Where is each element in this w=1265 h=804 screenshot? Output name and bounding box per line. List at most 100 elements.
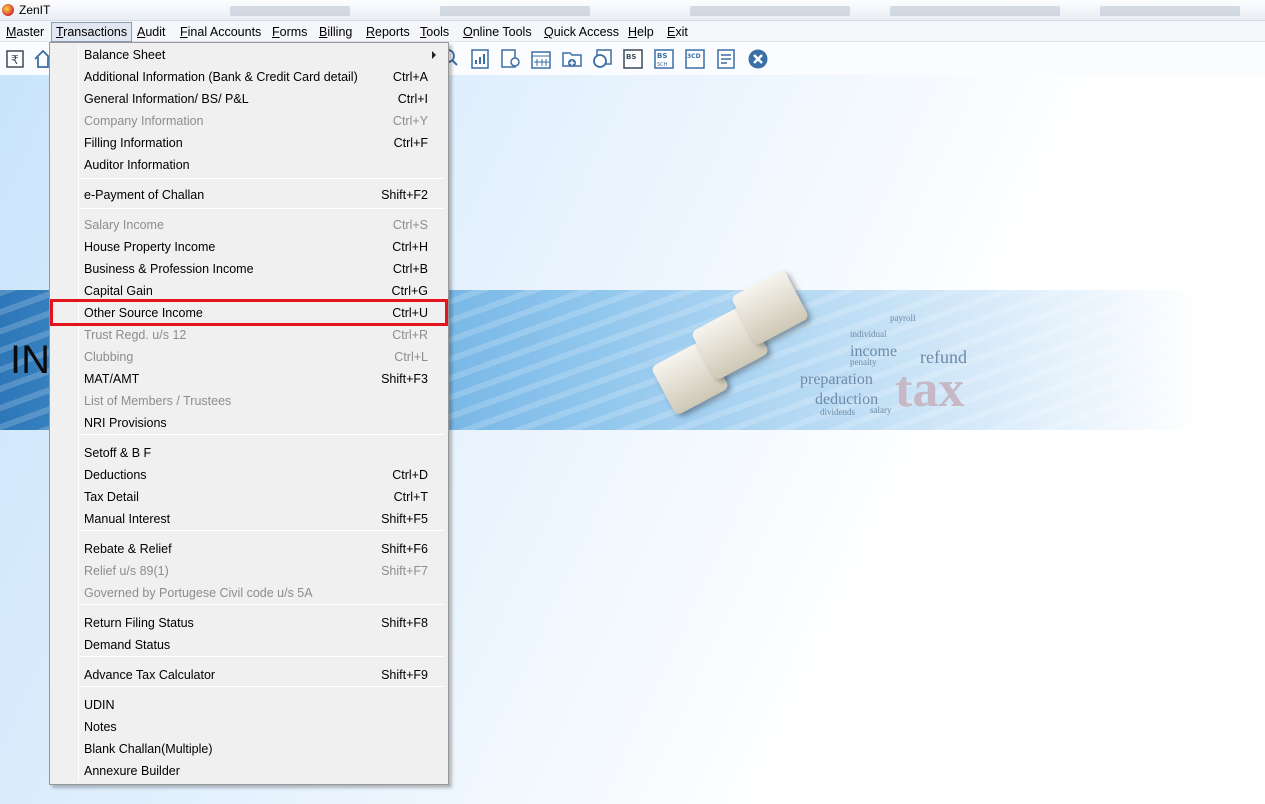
menu-item-label: Company Information — [84, 114, 204, 128]
menu-item-filling-information[interactable]: Filling Information Ctrl+F — [52, 132, 446, 154]
menu-item-annexure-builder[interactable]: Annexure Builder — [52, 760, 446, 782]
word-cloud-term: preparation — [800, 371, 873, 388]
word-cloud-term: payroll — [890, 313, 916, 323]
menu-item-deductions[interactable]: Deductions Ctrl+D — [52, 464, 446, 486]
rupee-book-icon[interactable]: ₹ — [4, 48, 26, 70]
word-cloud-term: dividends — [820, 407, 855, 417]
menu-item-list-of-members-trustees: List of Members / Trustees — [52, 390, 446, 412]
menu-item-auditor-information[interactable]: Auditor Information — [52, 154, 446, 176]
menu-online-tools[interactable]: Online Tools — [459, 23, 536, 41]
menu-item-label: Rebate & Relief — [84, 542, 172, 556]
menu-item-governed-by-portugese-civil-code-u-s-5a: Governed by Portugese Civil code u/s 5A — [52, 582, 446, 604]
title-bar: ZenIT — [0, 0, 1265, 21]
report-icon[interactable] — [469, 48, 491, 70]
menu-transactions[interactable]: Transactions — [51, 22, 133, 42]
menu-item-house-property-income[interactable]: House Property Income Ctrl+H — [52, 236, 446, 258]
bs-sch-icon[interactable]: BS SCH — [653, 48, 675, 70]
word-cloud-term: tax — [895, 361, 965, 418]
menu-item-label: Demand Status — [84, 638, 171, 652]
menu-item-shortcut: Ctrl+D — [392, 468, 428, 482]
menu-item-shortcut: Ctrl+T — [393, 490, 428, 504]
svg-text:₹: ₹ — [11, 53, 19, 67]
menu-audit[interactable]: Audit — [133, 23, 170, 41]
menu-item-shortcut: Ctrl+Y — [392, 114, 428, 128]
bs-sch-icon-sublabel: SCH — [657, 62, 668, 68]
menu-item-label: Additional Information (Bank & Credit Ca… — [84, 70, 358, 84]
menu-item-blank-challan-multiple[interactable]: Blank Challan(Multiple) — [52, 738, 446, 760]
menu-item-shortcut: Shift+F8 — [381, 616, 428, 630]
menu-forms[interactable]: Forms — [268, 23, 311, 41]
background-window-tabs — [200, 4, 1260, 19]
menu-item-label: Business & Profession Income — [84, 262, 254, 276]
calendar-icon[interactable] — [530, 48, 552, 70]
menu-item-tax-detail[interactable]: Tax Detail Ctrl+T — [52, 486, 446, 508]
menu-item-additional-information-bank-credit-card-detail[interactable]: Additional Information (Bank & Credit Ca… — [52, 66, 446, 88]
search-icon[interactable] — [591, 48, 613, 70]
menu-separator — [80, 686, 444, 687]
menu-item-shortcut: Shift+F7 — [381, 564, 428, 578]
menu-separator — [80, 434, 444, 435]
menu-item-manual-interest[interactable]: Manual Interest Shift+F5 — [52, 508, 446, 530]
menu-item-e-payment-of-challan[interactable]: e-Payment of Challan Shift+F2 — [52, 184, 446, 206]
menu-item-company-information: Company Information Ctrl+Y — [52, 110, 446, 132]
menu-reports[interactable]: Reports — [362, 23, 414, 41]
menu-item-label: Salary Income — [84, 218, 164, 232]
menu-tools[interactable]: Tools — [416, 23, 453, 41]
menu-item-mat-amt[interactable]: MAT/AMT Shift+F3 — [52, 368, 446, 390]
menu-item-advance-tax-calculator[interactable]: Advance Tax Calculator Shift+F9 — [52, 664, 446, 686]
menu-item-notes[interactable]: Notes — [52, 716, 446, 738]
menu-item-demand-status[interactable]: Demand Status — [52, 634, 446, 656]
menu-item-label: Clubbing — [84, 350, 134, 364]
menu-separator — [80, 530, 444, 531]
menu-item-label: Manual Interest — [84, 512, 171, 526]
menu-bar: Master Transactions Audit Final Accounts For… — [0, 21, 1265, 42]
close-icon[interactable] — [747, 48, 769, 70]
menu-item-label: Tax Detail — [84, 490, 139, 504]
transactions-dropdown-menu: Balance Sheet Additional Information (Ban… — [49, 42, 449, 785]
menu-item-balance-sheet[interactable]: Balance Sheet — [52, 44, 446, 66]
menu-item-return-filing-status[interactable]: Return Filing Status Shift+F8 — [52, 612, 446, 634]
menu-item-shortcut: Ctrl+A — [392, 70, 428, 84]
menu-item-general-information-bs-p-l[interactable]: General Information/ BS/ P&L Ctrl+I — [52, 88, 446, 110]
word-cloud-term: penalty — [850, 357, 877, 367]
word-cloud-term: salary — [870, 405, 892, 415]
menu-item-label: Blank Challan(Multiple) — [84, 742, 213, 756]
menu-item-label: Annexure Builder — [84, 764, 180, 778]
menu-item-shortcut: Ctrl+B — [392, 262, 428, 276]
menu-item-label: MAT/AMT — [84, 372, 140, 386]
menu-item-label: House Property Income — [84, 240, 216, 254]
menu-item-nri-provisions[interactable]: NRI Provisions — [52, 412, 446, 434]
menu-final-accounts[interactable]: Final Accounts — [176, 23, 265, 41]
menu-item-shortcut: Shift+F6 — [381, 542, 428, 556]
bs-sch-icon-label: BS — [657, 52, 667, 60]
menu-item-label: e-Payment of Challan — [84, 188, 205, 202]
add-folder-icon[interactable] — [561, 48, 583, 70]
submenu-arrow-icon — [432, 51, 436, 59]
user-doc-icon[interactable] — [499, 48, 521, 70]
menu-item-shortcut: Ctrl+S — [392, 218, 428, 232]
menu-help[interactable]: Help — [624, 23, 658, 41]
menu-item-label: Auditor Information — [84, 158, 190, 172]
menu-separator — [80, 656, 444, 657]
menu-billing[interactable]: Billing — [315, 23, 356, 41]
bs-icon-label: BS — [626, 53, 636, 61]
3cd-icon[interactable]: 3CD — [684, 48, 706, 70]
menu-quick-access[interactable]: Quick Access — [540, 23, 623, 41]
menu-item-shortcut: Ctrl+I — [397, 92, 428, 106]
menu-item-setoff-b-f[interactable]: Setoff & B F — [52, 442, 446, 464]
menu-item-business-profession-income[interactable]: Business & Profession Income Ctrl+B — [52, 258, 446, 280]
menu-item-shortcut: Shift+F2 — [381, 188, 428, 202]
menu-item-label: Governed by Portugese Civil code u/s 5A — [84, 586, 313, 600]
menu-item-label: Advance Tax Calculator — [84, 668, 216, 682]
menu-item-shortcut: Ctrl+F — [393, 136, 428, 150]
bs-icon[interactable]: BS — [622, 48, 644, 70]
menu-item-label: Capital Gain — [84, 284, 153, 298]
menu-item-rebate-relief[interactable]: Rebate & Relief Shift+F6 — [52, 538, 446, 560]
menu-exit[interactable]: Exit — [663, 23, 692, 41]
menu-item-shortcut: Ctrl+G — [391, 284, 428, 298]
menu-item-shortcut: Ctrl+R — [392, 328, 428, 342]
menu-item-udin[interactable]: UDIN — [52, 694, 446, 716]
menu-master[interactable]: Master — [2, 23, 48, 41]
menu-item-label: Deductions — [84, 468, 147, 482]
form-icon[interactable] — [715, 48, 737, 70]
